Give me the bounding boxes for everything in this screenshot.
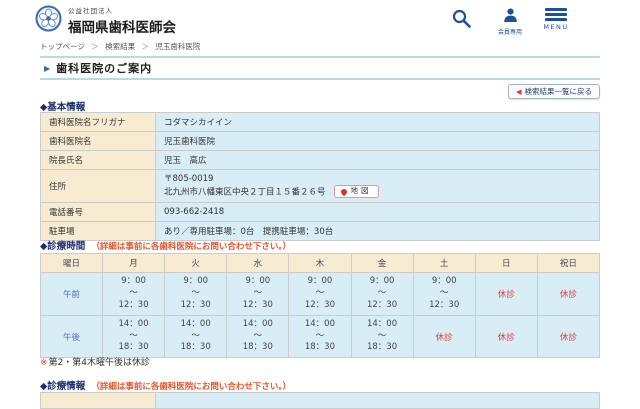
hours-cell: 14：00 ～ 18：30: [350, 314, 414, 359]
hours-cell-closed: 休診: [412, 314, 476, 359]
basic-info-heading: ◆基本情報: [40, 99, 85, 113]
row-label: 歯科医院名フリガナ: [40, 112, 156, 132]
clinic-info-heading: ◆診療情報 （詳細は事前に各歯科医院にお問い合わせ下さい。）: [40, 378, 291, 392]
hours-cell: 9：00 ～ 12：30: [288, 272, 352, 316]
footnote-text: 第2・第4木曜午後は休診: [48, 358, 150, 368]
table-row: 歯科医院名 児玉歯科医院: [40, 131, 600, 151]
table-row-address: 住所 〒805-0019 北九州市八幡東区中央２丁目１５番２６号 地図: [40, 168, 600, 204]
col-header: 土: [412, 253, 476, 273]
hamburger-icon: [543, 8, 569, 21]
breadcrumb-separator: ＞: [91, 42, 99, 51]
footnote-marker: ※: [40, 358, 48, 368]
org-text: 公益社団法人 福岡県歯科医師会: [68, 5, 176, 36]
row-value: 093-662-2418: [155, 202, 600, 223]
hours-cell-closed: 休診: [474, 272, 538, 316]
page-title: 歯科医院のご案内: [56, 62, 153, 75]
row-label: [40, 392, 156, 409]
flower-logo-icon: [35, 5, 62, 36]
org-logo-link[interactable]: 公益社団法人 福岡県歯科医師会: [35, 5, 235, 36]
breadcrumb-home-link[interactable]: トップページ: [40, 42, 85, 51]
map-button-label: 地図: [350, 186, 372, 196]
page-title-bar: ▶ 歯科医院のご案内: [40, 56, 600, 80]
row-value: [155, 392, 600, 409]
hours-cell: 14：00 ～ 18：30: [101, 314, 166, 359]
back-arrow-icon: ◀: [516, 87, 522, 96]
breadcrumb-current: 児玉歯科医院: [155, 42, 201, 51]
table-row: 歯科医院名フリガナ コダマシカイイン: [40, 112, 600, 132]
menu-button[interactable]: MENU: [543, 8, 569, 31]
members-only-label: 会員専用: [497, 29, 522, 36]
hours-heading: ◆診療時間 （詳細は事前に各歯科医院にお問い合わせ下さい。）: [40, 238, 291, 252]
hours-cell: 9：00 ～ 12：30: [164, 272, 228, 316]
breadcrumb-separator: ＞: [141, 42, 150, 51]
clinic-info-table-partial: [40, 392, 600, 409]
clinic-info-note: （詳細は事前に各歯科医院にお問い合わせ下さい。）: [91, 382, 292, 392]
hours-cell: 9：00 ～ 12：30: [412, 272, 476, 316]
hours-cell: 9：00 ～ 12：30: [101, 272, 166, 316]
row-value: 児玉歯科医院: [155, 131, 600, 151]
search-button[interactable]: [449, 8, 473, 33]
hours-cell-closed: 休診: [474, 314, 538, 359]
row-label: 住所: [40, 168, 156, 204]
address-text: 北九州市八幡東区中央２丁目１５番２６号: [164, 187, 326, 198]
col-header: 水: [226, 253, 290, 273]
hours-cell-closed: 休診: [536, 272, 601, 316]
table-row: [40, 392, 600, 409]
hours-cell: 9：00 ～ 12：30: [226, 272, 290, 316]
row-value: コダマシカイイン: [155, 112, 600, 132]
address-line: 北九州市八幡東区中央２丁目１５番２６号 地図: [164, 185, 591, 199]
col-header: 月: [101, 253, 166, 273]
postal-code: 〒805-0019: [164, 174, 214, 184]
col-header: 火: [164, 253, 228, 273]
back-to-results-button[interactable]: ◀ 検索結果一覧に戻る: [508, 84, 600, 99]
hours-cell: 14：00 ～ 18：30: [164, 314, 228, 359]
map-button[interactable]: 地図: [333, 185, 379, 199]
hours-row-morning: 午前 9：00 ～ 12：30 9：00 ～ 12：30 9：00 ～ 12：3…: [40, 272, 601, 316]
row-label: 午後: [40, 314, 103, 359]
hours-cell: 14：00 ～ 18：30: [288, 314, 352, 359]
org-type: 公益社団法人: [68, 6, 113, 15]
col-header: 曜日: [40, 253, 103, 273]
person-icon: [503, 7, 518, 26]
col-header: 木: [288, 253, 352, 273]
row-label: 午前: [40, 272, 103, 316]
breadcrumb: トップページ ＞ 検索結果 ＞ 児玉歯科医院: [40, 41, 200, 52]
hours-footnote: ※第2・第4木曜午後は休診: [40, 355, 150, 368]
row-value: 児玉 高広: [155, 150, 600, 170]
hours-note: （詳細は事前に各歯科医院にお問い合わせ下さい。）: [91, 242, 292, 252]
hours-row-afternoon: 午後 14：00 ～ 18：30 14：00 ～ 18：30 14：00 ～ 1…: [40, 314, 601, 359]
col-header: 祝日: [536, 253, 601, 273]
col-header: 日: [474, 253, 538, 273]
search-icon: [451, 9, 472, 33]
hours-cell: 14：00 ～ 18：30: [226, 314, 290, 359]
hours-cell: 9：00 ～ 12：30: [350, 272, 414, 316]
basic-info-table: 歯科医院名フリガナ コダマシカイイン 歯科医院名 児玉歯科医院 院長氏名 児玉 …: [40, 112, 600, 242]
members-only-button[interactable]: 会員専用: [497, 7, 523, 36]
breadcrumb-search-results-link[interactable]: 検索結果: [105, 42, 135, 51]
back-button-label: 検索結果一覧に戻る: [524, 87, 593, 96]
table-row: 電話番号 093-662-2418: [40, 202, 600, 223]
col-header: 金: [350, 253, 414, 273]
site-header: 公益社団法人 福岡県歯科医師会 会員専用 MENU: [0, 0, 640, 38]
row-label: 院長氏名: [40, 150, 156, 170]
hours-table: 曜日 月 火 水 木 金 土 日 祝日 午前 9：00 ～ 12：30 9：00…: [40, 253, 601, 359]
row-label: 歯科医院名: [40, 131, 156, 151]
menu-label: MENU: [543, 23, 569, 31]
row-label: 電話番号: [40, 202, 156, 223]
org-name: 福岡県歯科医師会: [68, 19, 176, 36]
clinic-info-heading-text: ◆診療情報: [40, 381, 86, 392]
title-arrow-icon: ▶: [44, 63, 51, 73]
hours-heading-text: ◆診療時間: [40, 241, 86, 252]
hours-cell-closed: 休診: [536, 314, 601, 359]
row-value-address: 〒805-0019 北九州市八幡東区中央２丁目１５番２６号 地図: [155, 168, 600, 204]
table-row: 院長氏名 児玉 高広: [40, 150, 600, 170]
hours-header-row: 曜日 月 火 水 木 金 土 日 祝日: [40, 253, 601, 273]
map-pin-icon: [339, 187, 348, 196]
